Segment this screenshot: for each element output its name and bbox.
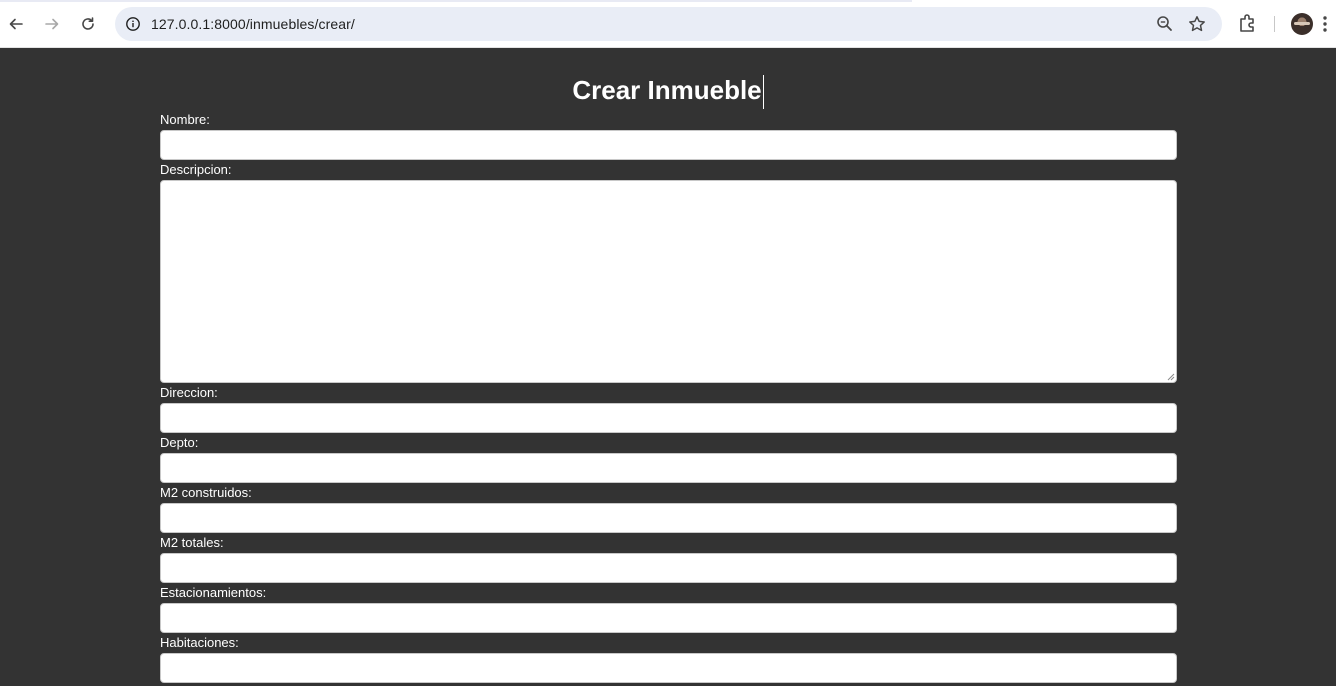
estacionamientos-input[interactable] xyxy=(160,603,1177,633)
descripcion-textarea[interactable] xyxy=(160,180,1177,383)
estacionamientos-label: Estacionamientos: xyxy=(160,585,267,600)
arrow-left-icon xyxy=(9,18,23,30)
back-button[interactable] xyxy=(2,10,30,38)
depto-input[interactable] xyxy=(160,453,1177,483)
browser-menu-button[interactable] xyxy=(1322,14,1328,39)
text-caret xyxy=(762,75,764,110)
nombre-label: Nombre: xyxy=(160,112,210,127)
tab-strip-edge xyxy=(0,0,912,2)
info-icon xyxy=(126,17,140,31)
page-content: Crear Inmueble Nombre: Descripcion: Dire… xyxy=(0,48,1336,686)
reload-button[interactable] xyxy=(74,10,102,38)
puzzle-icon xyxy=(1240,14,1254,32)
habitaciones-label: Habitaciones: xyxy=(160,635,239,650)
site-info-button[interactable] xyxy=(123,14,143,34)
depto-label: Depto: xyxy=(160,435,199,450)
reload-icon xyxy=(82,17,94,30)
bookmark-button[interactable] xyxy=(1187,14,1207,39)
direccion-label: Direccion: xyxy=(160,385,218,400)
zoom-button[interactable] xyxy=(1155,14,1175,39)
kebab-menu-icon xyxy=(1323,16,1327,32)
m2-totales-label: M2 totales: xyxy=(160,535,224,550)
forward-button[interactable] xyxy=(38,10,66,38)
zoom-icon xyxy=(1157,16,1172,31)
avatar[interactable] xyxy=(1291,13,1313,35)
nombre-input[interactable] xyxy=(160,130,1177,160)
habitaciones-input[interactable] xyxy=(160,653,1177,683)
url-text[interactable]: 127.0.0.1:8000/inmuebles/crear/ xyxy=(151,7,355,41)
star-icon xyxy=(1189,16,1205,32)
m2-construidos-input[interactable] xyxy=(160,503,1177,533)
page-title: Crear Inmueble xyxy=(0,72,1336,110)
browser-toolbar: 127.0.0.1:8000/inmuebles/crear/ xyxy=(0,0,1336,48)
resize-handle-icon[interactable] xyxy=(1165,371,1175,381)
arrow-right-icon xyxy=(45,18,59,30)
direccion-input[interactable] xyxy=(160,403,1177,433)
extensions-button[interactable] xyxy=(1237,12,1259,39)
address-bar[interactable]: 127.0.0.1:8000/inmuebles/crear/ xyxy=(115,7,1222,41)
page-title-text: Crear Inmueble xyxy=(572,75,762,105)
m2-totales-input[interactable] xyxy=(160,553,1177,583)
descripcion-label: Descripcion: xyxy=(160,162,232,177)
toolbar-separator xyxy=(1274,16,1275,32)
m2-construidos-label: M2 construidos: xyxy=(160,485,252,500)
